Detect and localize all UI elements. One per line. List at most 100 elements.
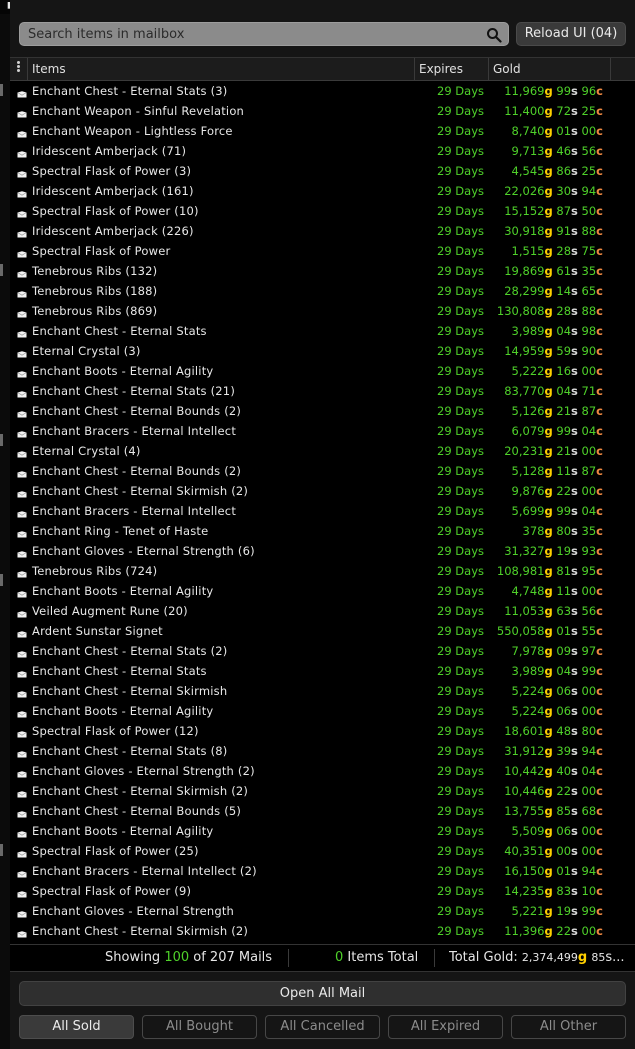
table-row[interactable]: Enchant Boots - Eternal Agility 29 Days 5,… bbox=[10, 821, 635, 841]
table-row[interactable]: Spectral Flask of Power (9) 29 Days 14,235… bbox=[10, 881, 635, 901]
expires-value: 29 Days bbox=[437, 684, 484, 698]
table-row[interactable]: Enchant Boots - Eternal Agility 29 Days 5,… bbox=[10, 361, 635, 381]
table-row[interactable]: Enchant Chest - Eternal Skirmish 29 Days 5… bbox=[10, 681, 635, 701]
expires-value: 29 Days bbox=[437, 824, 484, 838]
table-row[interactable]: Tenebrous Ribs (869) 29 Days 130,808g 28s … bbox=[10, 301, 635, 321]
summary-divider bbox=[434, 949, 435, 967]
table-row[interactable]: Enchant Gloves - Eternal Strength 29 Days… bbox=[10, 901, 635, 921]
table-row[interactable]: Enchant Bracers - Eternal Intellect (2) 2… bbox=[10, 861, 635, 881]
mail-icon bbox=[17, 527, 27, 538]
table-row[interactable]: Eternal Crystal (4) 29 Days 20,231g 21s 00… bbox=[10, 441, 635, 461]
reload-ui-button[interactable]: Reload UI (04) bbox=[516, 22, 626, 46]
table-row[interactable]: Enchant Chest - Eternal Skirmish (2) 29 D… bbox=[10, 781, 635, 801]
search-icon[interactable] bbox=[486, 27, 502, 43]
item-name: Veiled Augment Rune (20) bbox=[32, 604, 188, 618]
expires-value: 29 Days bbox=[437, 764, 484, 778]
table-row[interactable]: Enchant Chest - Eternal Stats 29 Days 3,98… bbox=[10, 321, 635, 341]
item-name: Enchant Bracers - Eternal Intellect bbox=[32, 504, 237, 518]
table-row[interactable]: Enchant Weapon - Lightless Force 29 Days 8… bbox=[10, 121, 635, 141]
open-all-mail-button[interactable]: Open All Mail bbox=[19, 981, 626, 1006]
table-row[interactable]: Iridescent Amberjack (161) 29 Days 22,026g… bbox=[10, 181, 635, 201]
table-row[interactable]: Spectral Flask of Power (3) 29 Days 4,545g… bbox=[10, 161, 635, 181]
expires-value: 29 Days bbox=[437, 204, 484, 218]
filter-all-cancelled[interactable]: All Cancelled bbox=[265, 1015, 380, 1039]
filter-all-sold[interactable]: All Sold bbox=[19, 1015, 134, 1039]
mail-icon bbox=[17, 307, 27, 318]
table-row[interactable]: Enchant Chest - Eternal Stats (8) 29 Days… bbox=[10, 741, 635, 761]
filter-all-expired[interactable]: All Expired bbox=[388, 1015, 503, 1039]
table-row[interactable]: Enchant Chest - Eternal Stats (3) 29 Days… bbox=[10, 81, 635, 101]
column-header-gold[interactable]: Gold bbox=[489, 58, 611, 80]
edge-marker bbox=[0, 574, 3, 586]
expires-value: 29 Days bbox=[437, 724, 484, 738]
table-row[interactable]: Tenebrous Ribs (188) 29 Days 28,299g 14s 6… bbox=[10, 281, 635, 301]
left-window-edge bbox=[0, 14, 10, 1049]
table-row[interactable]: Spectral Flask of Power (12) 29 Days 18,60… bbox=[10, 721, 635, 741]
mail-icon bbox=[17, 267, 27, 278]
table-body: Enchant Chest - Eternal Stats (3) 29 Days… bbox=[10, 81, 635, 941]
item-name: Iridescent Amberjack (71) bbox=[32, 144, 187, 158]
table-row[interactable]: Enchant Gloves - Eternal Strength (6) 29 … bbox=[10, 541, 635, 561]
table-row[interactable]: Tenebrous Ribs (132) 29 Days 19,869g 61s 3… bbox=[10, 261, 635, 281]
expires-value: 29 Days bbox=[437, 104, 484, 118]
table-row[interactable]: Iridescent Amberjack (226) 29 Days 30,918g… bbox=[10, 221, 635, 241]
search-box[interactable] bbox=[19, 22, 509, 46]
edge-marker bbox=[0, 84, 3, 96]
gold-value: 550,058g 01s 55c bbox=[496, 624, 603, 638]
table-row[interactable]: Enchant Gloves - Eternal Strength (2) 29 … bbox=[10, 761, 635, 781]
table-row[interactable]: Enchant Chest - Eternal Bounds (5) 29 Day… bbox=[10, 801, 635, 821]
mail-icon bbox=[17, 647, 27, 658]
gold-value: 8,740g 01s 00c bbox=[511, 124, 603, 138]
mail-icon bbox=[17, 867, 27, 878]
mail-icon bbox=[17, 387, 27, 398]
column-menu-button[interactable] bbox=[10, 58, 28, 80]
table-row[interactable]: Enchant Weapon - Sinful Revelation 29 Day… bbox=[10, 101, 635, 121]
filter-all-bought[interactable]: All Bought bbox=[142, 1015, 257, 1039]
mail-icon bbox=[17, 87, 27, 98]
filter-all-other[interactable]: All Other bbox=[511, 1015, 626, 1039]
expires-value: 29 Days bbox=[437, 664, 484, 678]
item-name: Spectral Flask of Power (9) bbox=[32, 884, 192, 898]
expires-value: 29 Days bbox=[437, 484, 484, 498]
mail-icon bbox=[17, 147, 27, 158]
mail-icon bbox=[17, 567, 27, 578]
mail-icon bbox=[17, 327, 27, 338]
table-row[interactable]: Eternal Crystal (3) 29 Days 14,959g 59s 90… bbox=[10, 341, 635, 361]
expires-value: 29 Days bbox=[437, 584, 484, 598]
table-row[interactable]: Enchant Chest - Eternal Skirmish (2) 29 D… bbox=[10, 921, 635, 941]
expires-value: 29 Days bbox=[437, 504, 484, 518]
table-row[interactable]: Enchant Boots - Eternal Agility 29 Days 5,… bbox=[10, 701, 635, 721]
table-row[interactable]: Spectral Flask of Power (10) 29 Days 15,15… bbox=[10, 201, 635, 221]
mail-icon bbox=[17, 727, 27, 738]
table-row[interactable]: Enchant Chest - Eternal Bounds (2) 29 Day… bbox=[10, 461, 635, 481]
table-row[interactable]: Enchant Chest - Eternal Bounds (2) 29 Day… bbox=[10, 401, 635, 421]
gold-value: 3,989g 04s 99c bbox=[511, 664, 603, 678]
table-row[interactable]: Enchant Chest - Eternal Stats (2) 29 Days… bbox=[10, 641, 635, 661]
gold-value: 9,713g 46s 56c bbox=[511, 144, 603, 158]
mail-icon bbox=[17, 167, 27, 178]
expires-value: 29 Days bbox=[437, 424, 484, 438]
item-name: Enchant Boots - Eternal Agility bbox=[32, 584, 214, 598]
item-name: Ardent Sunstar Signet bbox=[32, 624, 163, 638]
table-row[interactable]: Veiled Augment Rune (20) 29 Days 11,053g 6… bbox=[10, 601, 635, 621]
expires-value: 29 Days bbox=[437, 624, 484, 638]
table-row[interactable]: Enchant Bracers - Eternal Intellect 29 Da… bbox=[10, 501, 635, 521]
table-row[interactable]: Spectral Flask of Power 29 Days 1,515g 28s… bbox=[10, 241, 635, 261]
item-name: Enchant Gloves - Eternal Strength (6) bbox=[32, 544, 255, 558]
search-input[interactable] bbox=[28, 25, 483, 43]
table-row[interactable]: Spectral Flask of Power (25) 29 Days 40,35… bbox=[10, 841, 635, 861]
table-row[interactable]: Enchant Chest - Eternal Stats 29 Days 3,98… bbox=[10, 661, 635, 681]
column-header-items[interactable]: Items bbox=[28, 58, 415, 80]
column-header-expires[interactable]: Expires bbox=[415, 58, 489, 80]
table-row[interactable]: Ardent Sunstar Signet 29 Days 550,058g 01s… bbox=[10, 621, 635, 641]
table-row[interactable]: Enchant Bracers - Eternal Intellect 29 Da… bbox=[10, 421, 635, 441]
table-row[interactable]: Enchant Chest - Eternal Skirmish (2) 29 D… bbox=[10, 481, 635, 501]
item-name: Enchant Weapon - Lightless Force bbox=[32, 124, 233, 138]
gold-value: 30,918g 91s 88c bbox=[504, 224, 603, 238]
gold-value: 130,808g 28s 88c bbox=[496, 304, 603, 318]
table-row[interactable]: Enchant Chest - Eternal Stats (21) 29 Day… bbox=[10, 381, 635, 401]
table-row[interactable]: Iridescent Amberjack (71) 29 Days 9,713g 4… bbox=[10, 141, 635, 161]
table-row[interactable]: Enchant Ring - Tenet of Haste 29 Days 378g… bbox=[10, 521, 635, 541]
table-row[interactable]: Enchant Boots - Eternal Agility 29 Days 4,… bbox=[10, 581, 635, 601]
table-row[interactable]: Tenebrous Ribs (724) 29 Days 108,981g 81s … bbox=[10, 561, 635, 581]
